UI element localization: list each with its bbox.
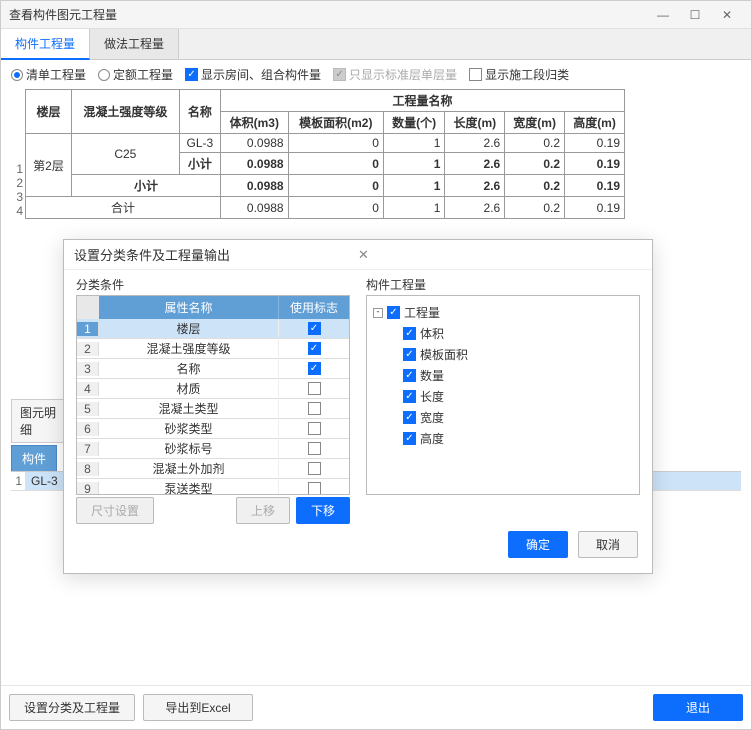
dialog-close-button[interactable]: ✕ bbox=[358, 247, 642, 263]
collapse-icon[interactable]: - bbox=[373, 308, 383, 318]
attr-row-mortar-type[interactable]: 6砂浆类型 bbox=[77, 419, 349, 439]
attribute-list: 属性名称使用标志 1楼层 2混凝土强度等级 3名称 4材质 5混凝土类型 6砂浆… bbox=[76, 295, 350, 495]
classification-dialog: 设置分类条件及工程量输出 ✕ 分类条件 属性名称使用标志 1楼层 2混凝土强度等… bbox=[63, 239, 653, 574]
quantity-tree: -工程量 体积 模板面积 数量 长度 宽度 高度 bbox=[366, 295, 640, 495]
flag-checkbox[interactable] bbox=[308, 342, 321, 355]
attr-row-pump-type[interactable]: 9泵送类型 bbox=[77, 479, 349, 495]
move-up-button: 上移 bbox=[236, 497, 290, 524]
exit-button[interactable]: 退出 bbox=[653, 694, 743, 721]
tree-checkbox[interactable] bbox=[403, 327, 416, 340]
attr-row-additive[interactable]: 8混凝土外加剂 bbox=[77, 459, 349, 479]
tree-checkbox[interactable] bbox=[403, 369, 416, 382]
attr-row-material[interactable]: 4材质 bbox=[77, 379, 349, 399]
flag-checkbox[interactable] bbox=[308, 402, 321, 415]
tree-checkbox[interactable] bbox=[403, 411, 416, 424]
flag-checkbox[interactable] bbox=[308, 322, 321, 335]
move-down-button[interactable]: 下移 bbox=[296, 497, 350, 524]
footer: 设置分类及工程量 导出到Excel 退出 bbox=[1, 685, 751, 729]
tree-root[interactable]: -工程量 bbox=[373, 302, 633, 323]
tree-checkbox[interactable] bbox=[403, 348, 416, 361]
tree-checkbox[interactable] bbox=[387, 306, 400, 319]
size-setting-button: 尺寸设置 bbox=[76, 497, 154, 524]
dialog-title: 设置分类条件及工程量输出 bbox=[74, 245, 358, 264]
attr-row-grade[interactable]: 2混凝土强度等级 bbox=[77, 339, 349, 359]
set-classification-button[interactable]: 设置分类及工程量 bbox=[9, 694, 135, 721]
tree-checkbox[interactable] bbox=[403, 390, 416, 403]
ok-button[interactable]: 确定 bbox=[508, 531, 568, 558]
flag-checkbox[interactable] bbox=[308, 442, 321, 455]
flag-checkbox[interactable] bbox=[308, 382, 321, 395]
tree-node-length[interactable]: 长度 bbox=[373, 386, 633, 407]
export-excel-button[interactable]: 导出到Excel bbox=[143, 694, 253, 721]
tree-node-template[interactable]: 模板面积 bbox=[373, 344, 633, 365]
flag-checkbox[interactable] bbox=[308, 462, 321, 475]
flag-checkbox[interactable] bbox=[308, 422, 321, 435]
panel-classification-title: 分类条件 bbox=[76, 276, 350, 293]
attr-row-concrete-type[interactable]: 5混凝土类型 bbox=[77, 399, 349, 419]
attr-row-name[interactable]: 3名称 bbox=[77, 359, 349, 379]
cancel-button[interactable]: 取消 bbox=[578, 531, 638, 558]
attr-row-mortar-grade[interactable]: 7砂浆标号 bbox=[77, 439, 349, 459]
attr-row-floor[interactable]: 1楼层 bbox=[77, 319, 349, 339]
tree-node-width[interactable]: 宽度 bbox=[373, 407, 633, 428]
tree-node-height[interactable]: 高度 bbox=[373, 428, 633, 449]
panel-quantity-title: 构件工程量 bbox=[366, 276, 640, 293]
tree-checkbox[interactable] bbox=[403, 432, 416, 445]
tree-node-qty[interactable]: 数量 bbox=[373, 365, 633, 386]
flag-checkbox[interactable] bbox=[308, 482, 321, 495]
tree-node-volume[interactable]: 体积 bbox=[373, 323, 633, 344]
flag-checkbox[interactable] bbox=[308, 362, 321, 375]
